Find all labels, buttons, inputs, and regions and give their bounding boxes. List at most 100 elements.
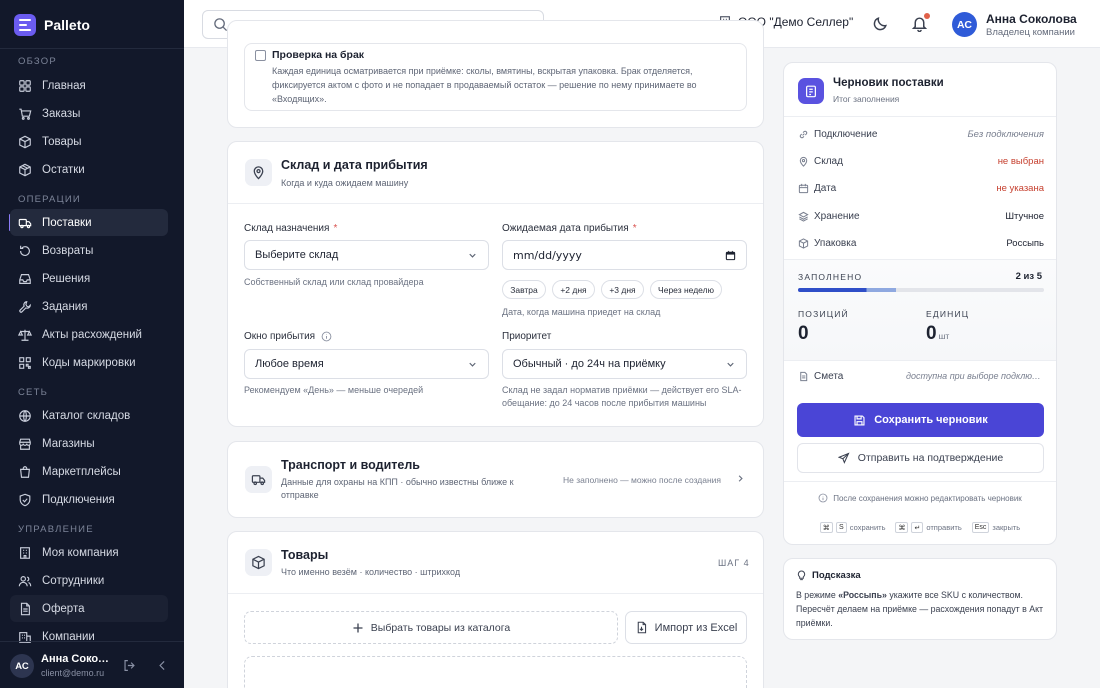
cmd-key: ⌘ xyxy=(895,522,909,533)
tip-text: В режиме «Россыпь» укажите все SKU с кол… xyxy=(796,590,1044,628)
summary-row-estimate: Смета доступна при выборе подключения xyxy=(798,368,1044,384)
chevron-right-icon[interactable] xyxy=(735,473,746,484)
sidebar-item-label: Коды маркировки xyxy=(42,356,136,369)
plus-icon xyxy=(353,623,363,632)
goods-dropzone[interactable] xyxy=(244,656,747,688)
sidebar-item-products[interactable]: Товары xyxy=(10,128,168,155)
moon-icon[interactable] xyxy=(872,15,889,32)
sidebar-item-employees[interactable]: Сотрудники xyxy=(10,567,168,594)
sidebar-item-discrepancy-acts[interactable]: Акты расхождений xyxy=(10,321,168,348)
sidebar-item-label: Моя компания xyxy=(42,546,119,559)
s-key: S xyxy=(835,522,847,533)
pin-icon xyxy=(799,156,808,167)
date-chip-plus-3[interactable]: +3 дня xyxy=(601,280,644,299)
summary-value: Без подключения xyxy=(967,128,1044,140)
truck-icon xyxy=(251,475,266,486)
warehouse-select-value: Выберите склад xyxy=(255,249,339,261)
sidebar-item-label: Главная xyxy=(42,79,86,92)
sidebar-item-label: Возвраты xyxy=(42,244,94,257)
map-pin-icon xyxy=(253,166,264,180)
notification-dot xyxy=(924,13,930,19)
sidebar-item-warehouse-catalog[interactable]: Каталог складов xyxy=(10,402,168,429)
draft-subtitle: Итог заполнения xyxy=(833,94,900,104)
sidebar-user-name: Анна Соколова xyxy=(41,653,111,665)
pick-from-catalog-button[interactable]: Выбрать товары из каталога xyxy=(244,611,618,644)
sidebar-item-returns[interactable]: Возвраты xyxy=(10,237,168,264)
defect-check-option[interactable]: Проверка на брак Каждая единица осматрив… xyxy=(244,43,747,111)
transport-card[interactable]: Транспорт и водитель Данные для охраны н… xyxy=(227,441,764,518)
sidebar-item-label: Решения xyxy=(42,272,91,285)
info-icon xyxy=(818,493,828,503)
sidebar-item-shops[interactable]: Магазины xyxy=(10,430,168,457)
draft-icon xyxy=(798,78,824,104)
send-for-confirmation-button[interactable]: Отправить на подтверждение xyxy=(797,443,1044,473)
summary-value: Россыпь xyxy=(1006,237,1044,249)
section-subtitle: Что именно везём · количество · штрихкод xyxy=(281,567,461,577)
filled-label: ЗАПОЛНЕНО xyxy=(798,272,863,282)
defect-check-checkbox[interactable] xyxy=(255,50,266,61)
divider xyxy=(784,360,1056,361)
logout-icon[interactable] xyxy=(123,659,136,672)
sidebar-item-orders[interactable]: Заказы xyxy=(10,100,168,127)
calendar-icon[interactable] xyxy=(725,250,736,261)
sidebar-item-label: Акты расхождений xyxy=(42,328,142,341)
sidebar-item-offer[interactable]: Оферта xyxy=(10,595,168,622)
section-label-management: УПРАВЛЕНИЕ xyxy=(18,524,94,535)
store-icon xyxy=(19,438,31,450)
send-icon xyxy=(837,452,850,464)
step-indicator: ШАГ 4 xyxy=(718,558,750,568)
save-note: После сохранения можно редактировать чер… xyxy=(784,493,1056,503)
date-hint: Дата, когда машина приедет на склад xyxy=(502,307,661,317)
warehouse-select[interactable]: Выберите склад xyxy=(244,240,489,270)
return-icon xyxy=(20,245,30,256)
priority-select[interactable]: Обычный · до 24ч на приёмку xyxy=(502,349,747,379)
avatar[interactable]: АС xyxy=(952,12,977,37)
sidebar-item-decisions[interactable]: Решения xyxy=(10,265,168,292)
sidebar-item-label: Остатки xyxy=(42,163,85,176)
qr-icon xyxy=(19,356,31,369)
chevron-down-icon xyxy=(469,362,476,367)
save-draft-button[interactable]: Сохранить черновик xyxy=(797,403,1044,437)
truck-icon xyxy=(18,218,32,228)
arrival-window-select[interactable]: Любое время xyxy=(244,349,489,379)
sidebar-item-supplies[interactable]: Поставки xyxy=(10,209,168,236)
arrival-date-value: mm/dd/yyyy xyxy=(513,248,582,262)
sidebar-item-home[interactable]: Главная xyxy=(10,72,168,99)
brand[interactable]: Palleto xyxy=(14,13,90,37)
box-icon xyxy=(252,555,265,570)
sidebar-item-label: Оферта xyxy=(42,602,85,615)
date-chip-tomorrow[interactable]: Завтра xyxy=(502,280,546,299)
positions-value: 0 xyxy=(798,323,809,344)
arrival-date-input[interactable]: mm/dd/yyyy xyxy=(502,240,747,270)
transport-status: Не заполнено — можно после создания xyxy=(563,475,722,485)
window-label: Окно прибытия xyxy=(244,331,332,342)
sidebar-item-label: Заказы xyxy=(42,107,81,120)
info-icon[interactable] xyxy=(321,331,332,342)
save-icon xyxy=(854,414,865,426)
divider xyxy=(228,593,763,594)
sidebar-item-stock[interactable]: Остатки xyxy=(10,156,168,183)
warehouse-hint: Собственный склад или склад провайдера xyxy=(244,277,424,287)
sidebar-item-marketplaces[interactable]: Маркетплейсы xyxy=(10,458,168,485)
sidebar-item-marking-codes[interactable]: Коды маркировки xyxy=(10,349,168,376)
sidebar-item-connections[interactable]: Подключения xyxy=(10,486,168,513)
sidebar-item-my-company[interactable]: Моя компания xyxy=(10,539,168,566)
import-excel-button[interactable]: Импорт из Excel xyxy=(625,611,747,644)
sidebar-item-tasks[interactable]: Задания xyxy=(10,293,168,320)
scale-icon xyxy=(18,329,32,341)
header-user-name: Анна Соколова xyxy=(986,12,1077,26)
calendar-icon xyxy=(798,183,809,193)
chevron-left-icon[interactable] xyxy=(156,659,169,672)
summary-value: не указана xyxy=(996,182,1044,194)
defect-check-description: Каждая единица осматривается при приёмке… xyxy=(272,66,697,104)
date-label: Ожидаемая дата прибытия * xyxy=(502,223,637,234)
date-chip-plus-2[interactable]: +2 дня xyxy=(552,280,595,299)
sidebar-item-label: Задания xyxy=(42,300,88,313)
cmd-key: ⌘ xyxy=(819,522,833,533)
cart-icon xyxy=(19,108,32,120)
avatar[interactable]: АС xyxy=(10,654,34,678)
defect-check-title: Проверка на брак xyxy=(272,49,365,61)
goods-card: Товары Что именно везём · количество · ш… xyxy=(227,531,764,688)
warehouse-card-icon xyxy=(245,159,272,186)
date-chip-week[interactable]: Через неделю xyxy=(650,280,722,299)
